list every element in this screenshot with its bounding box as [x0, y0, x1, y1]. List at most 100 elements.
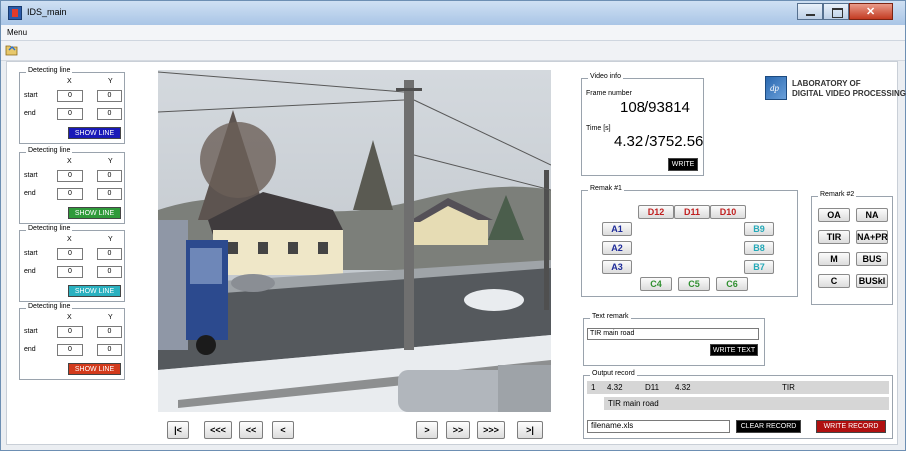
remark2-button-bus[interactable]: BUS	[856, 252, 888, 266]
output-record-group: Output record 1 4.32 D11 4.32 TIR TIR ma…	[583, 370, 893, 439]
back-3-button[interactable]: <<<	[204, 421, 232, 439]
start-x-input[interactable]: 0	[57, 326, 83, 338]
close-icon[interactable]	[849, 3, 893, 20]
lab-title-line2: DIGITAL VIDEO PROCESSING	[792, 89, 906, 98]
end-y-input[interactable]: 0	[97, 344, 122, 356]
remark1-button-c6[interactable]: C6	[716, 277, 748, 291]
maximize-icon[interactable]	[823, 3, 849, 20]
text-remark-group: Text remark TIR main road WRITE TEXT	[583, 313, 765, 366]
detecting-line-group: Detecting line X Ystart end 0 0 0 0 SHOW LINE	[19, 67, 125, 144]
start-y-input[interactable]: 0	[97, 326, 122, 338]
x-column-label: X	[67, 158, 72, 165]
end-y-input[interactable]: 0	[97, 266, 122, 278]
menu-bar: Menu	[1, 25, 905, 41]
start-x-input[interactable]: 0	[57, 170, 83, 182]
frame-number-label: Frame number	[586, 90, 632, 97]
y-column-label: Y	[108, 236, 113, 243]
remark1-button-a3[interactable]: A3	[602, 260, 632, 274]
remark1-button-d11[interactable]: D11	[674, 205, 710, 219]
remark1-button-b8[interactable]: B8	[744, 241, 774, 255]
app-icon	[8, 6, 22, 20]
start-y-input[interactable]: 0	[97, 90, 122, 102]
remark1-button-d12[interactable]: D12	[638, 205, 674, 219]
forward-2-button[interactable]: >>	[446, 421, 470, 439]
remark1-button-d10[interactable]: D10	[710, 205, 746, 219]
record-remark1: D11	[645, 383, 660, 392]
record-time: 4.32	[607, 383, 623, 392]
remark2-button-tir[interactable]: TIR	[818, 230, 850, 244]
video-info-label: Video info	[588, 73, 624, 80]
remark1-button-b9[interactable]: B9	[744, 222, 774, 236]
remark2-button-buskl[interactable]: BUSkl	[856, 274, 888, 288]
forward-1-button[interactable]: >	[416, 421, 438, 439]
end-label: end	[24, 346, 36, 353]
lab-logo-icon: dp	[765, 76, 787, 100]
title-bar: IDS_main	[1, 1, 905, 25]
write-record-button[interactable]: WRITE RECORD	[816, 420, 886, 433]
start-y-input[interactable]: 0	[97, 248, 122, 260]
last-frame-button[interactable]: >|	[517, 421, 543, 439]
remark1-button-c5[interactable]: C5	[678, 277, 710, 291]
detecting-line-group: Detecting line X Ystart end 0 0 0 0 SHOW LINE	[19, 225, 125, 302]
show-line-button[interactable]: SHOW LINE	[68, 207, 121, 219]
end-label: end	[24, 268, 36, 275]
detecting-line-group: Detecting line X Ystart end 0 0 0 0 SHOW LINE	[19, 147, 125, 224]
time-label: Time [s]	[586, 125, 611, 132]
write-video-info-button[interactable]: WRITE	[668, 158, 698, 171]
forward-3-button[interactable]: >>>	[477, 421, 505, 439]
end-x-input[interactable]: 0	[57, 266, 83, 278]
text-remark-input[interactable]: TIR main road	[587, 328, 759, 340]
record-time2: 4.32	[675, 383, 691, 392]
remark2-button-na-pr[interactable]: NA+PR	[856, 230, 888, 244]
remark2-button-c[interactable]: C	[818, 274, 850, 288]
toolbar	[1, 41, 905, 61]
remark1-button-a2[interactable]: A2	[602, 241, 632, 255]
detecting-line-label: Detecting line	[26, 303, 73, 310]
remark2-button-m[interactable]: M	[818, 252, 850, 266]
show-line-button[interactable]: SHOW LINE	[68, 127, 121, 139]
video-frame	[158, 70, 551, 412]
remark1-button-c4[interactable]: C4	[640, 277, 672, 291]
menu-item-menu[interactable]: Menu	[7, 28, 27, 37]
window-controls	[797, 3, 893, 20]
start-label: start	[24, 250, 38, 257]
open-file-icon[interactable]	[5, 44, 19, 56]
x-column-label: X	[67, 236, 72, 243]
video-info-group: Video info Frame number 108 /93814 Time …	[581, 73, 704, 176]
output-record-label: Output record	[590, 370, 637, 377]
start-x-input[interactable]: 0	[57, 248, 83, 260]
remark1-group: Remak #1 D12 D11 D10 A1 A2 A3 B9 B8 B7 C4 C5 C6	[581, 185, 798, 297]
remark1-button-b7[interactable]: B7	[744, 260, 774, 274]
filename-input[interactable]: filename.xls	[587, 420, 730, 433]
clear-record-button[interactable]: CLEAR RECORD	[736, 420, 801, 433]
end-y-input[interactable]: 0	[97, 188, 122, 200]
end-label: end	[24, 190, 36, 197]
minimize-icon[interactable]	[797, 3, 823, 20]
output-record-text-row: TIR main road	[604, 397, 889, 410]
remark1-button-a1[interactable]: A1	[602, 222, 632, 236]
back-2-button[interactable]: <<	[239, 421, 263, 439]
start-label: start	[24, 328, 38, 335]
show-line-button[interactable]: SHOW LINE	[68, 363, 121, 375]
end-x-input[interactable]: 0	[57, 344, 83, 356]
lab-title-line1: LABORATORY OF	[792, 79, 861, 88]
remark2-group: Remark #2 OA NA TIR NA+PR M BUS C BUSkl	[811, 191, 893, 305]
end-x-input[interactable]: 0	[57, 108, 83, 120]
output-record-row: 1 4.32 D11 4.32 TIR	[587, 381, 889, 394]
remark2-button-na[interactable]: NA	[856, 208, 888, 222]
show-line-button[interactable]: SHOW LINE	[68, 285, 121, 297]
detecting-line-label: Detecting line	[26, 147, 73, 154]
start-y-input[interactable]: 0	[97, 170, 122, 182]
start-label: start	[24, 92, 38, 99]
start-x-input[interactable]: 0	[57, 90, 83, 102]
end-y-input[interactable]: 0	[97, 108, 122, 120]
record-text: TIR main road	[608, 399, 659, 408]
first-frame-button[interactable]: |<	[167, 421, 189, 439]
remark2-button-oa[interactable]: OA	[818, 208, 850, 222]
end-x-input[interactable]: 0	[57, 188, 83, 200]
write-text-button[interactable]: WRITE TEXT	[710, 344, 758, 356]
end-label: end	[24, 110, 36, 117]
detecting-line-group: Detecting line X Ystart end 0 0 0 0 SHOW LINE	[19, 303, 125, 380]
back-1-button[interactable]: <	[272, 421, 294, 439]
window-title: IDS_main	[27, 7, 67, 17]
